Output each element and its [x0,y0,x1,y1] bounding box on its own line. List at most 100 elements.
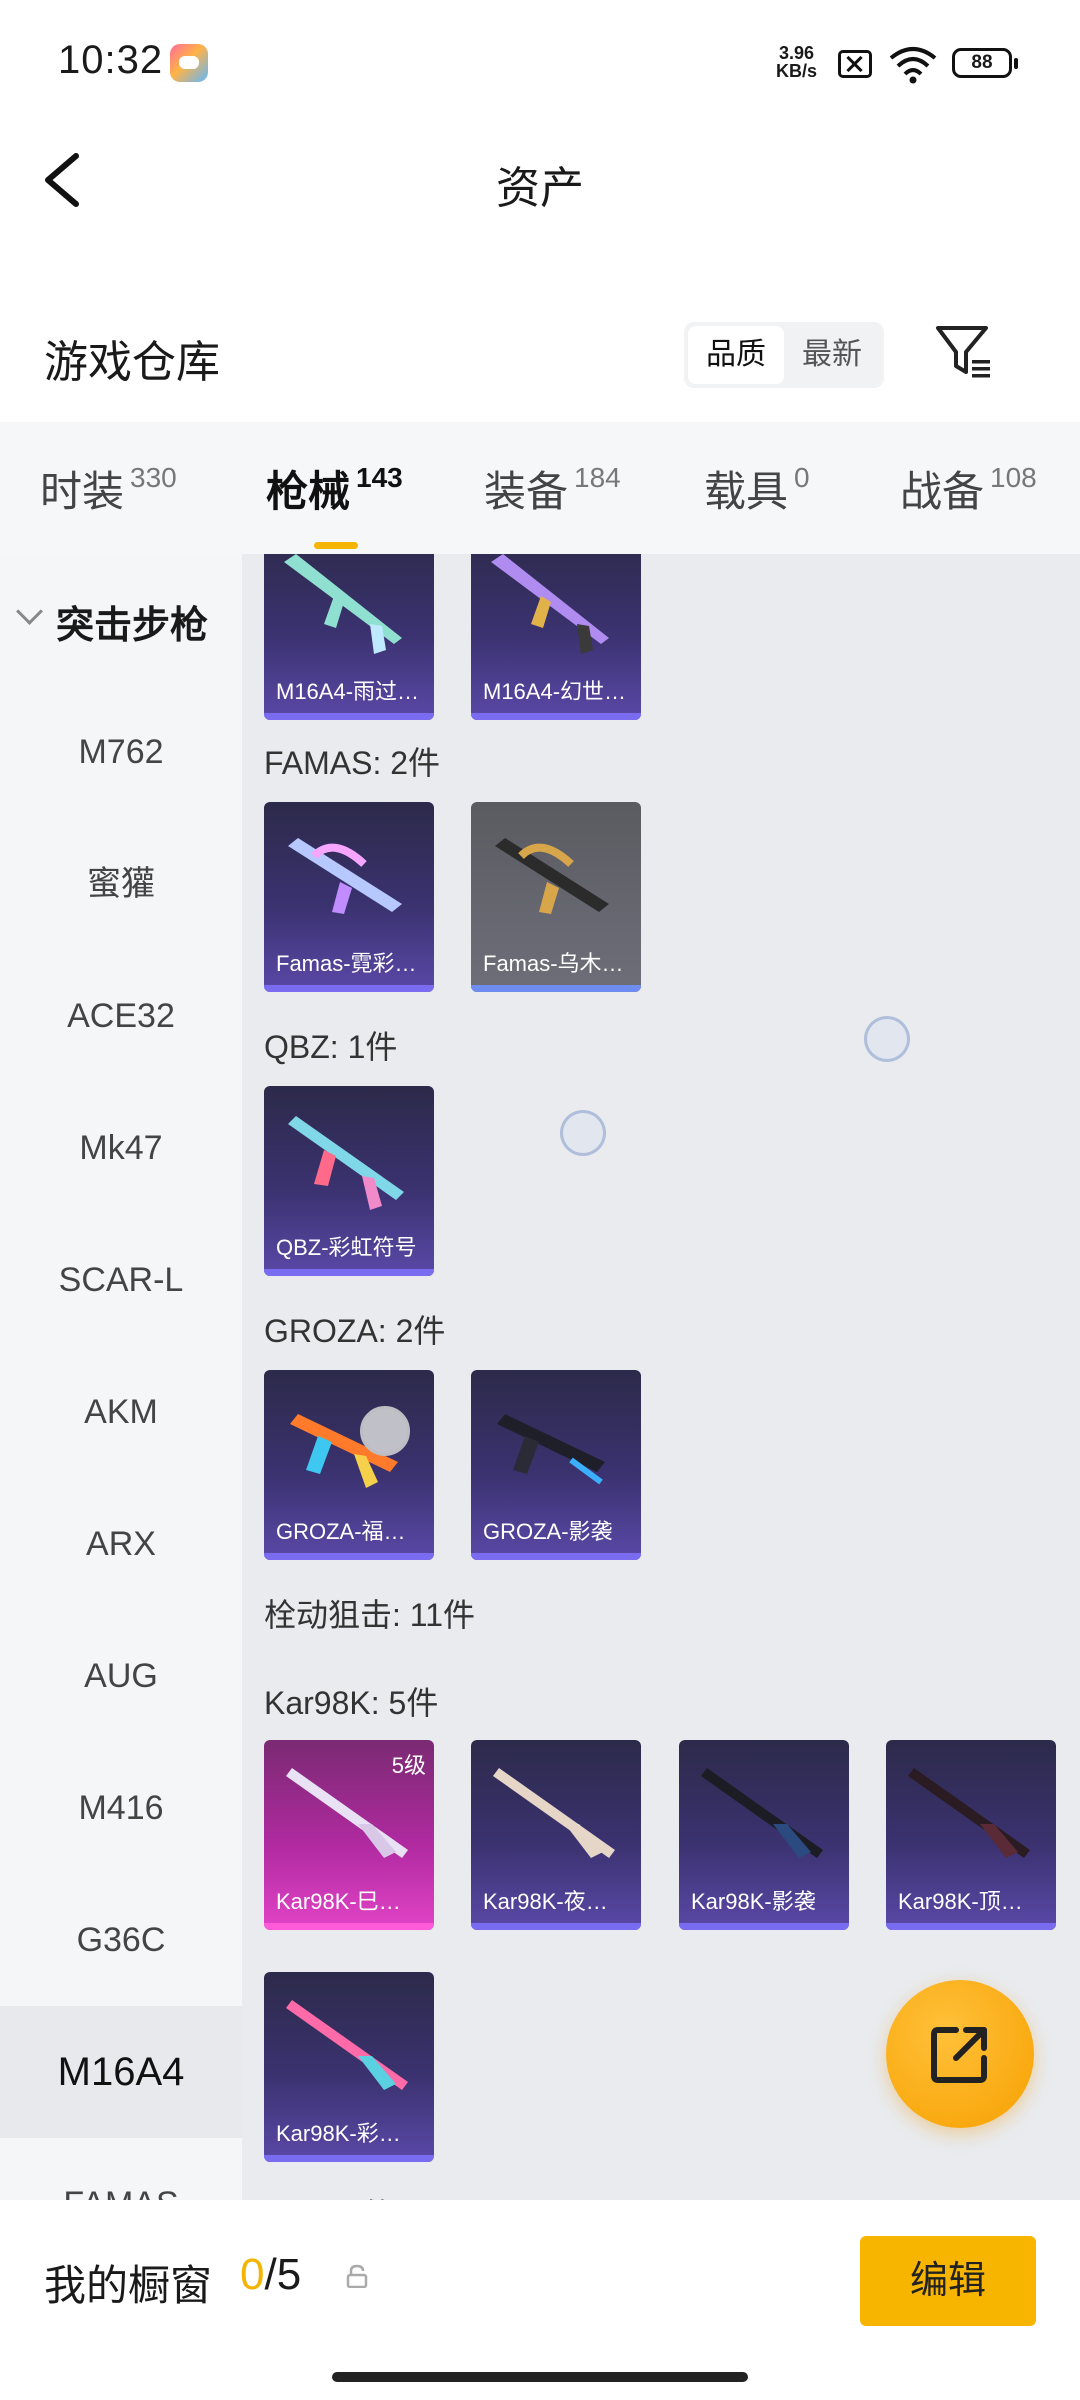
weapon-card[interactable]: GROZA-影袭 [471,1370,641,1560]
section-header-groza: GROZA: 2件 [264,1313,446,1349]
weapon-card[interactable]: 5级 Kar98K-巳… [264,1740,434,1930]
network-speed: 3.96 KB/s [776,44,817,80]
weapon-list: M16A4-雨过… M16A4-幻世… FAMAS: 2件 Famas-霓彩… … [242,554,1080,2200]
touch-indicator [560,1110,606,1156]
sidebar-item-akm[interactable]: AKM [0,1346,242,1478]
tab-supplies[interactable]: 战备 108 [900,458,1037,518]
sidebar-item-honey-badger[interactable]: 蜜獾 [0,818,242,950]
sidebar-item-arx[interactable]: ARX [0,1478,242,1610]
chevron-down-icon [16,598,43,625]
tab-vehicles[interactable]: 载具 0 [704,458,810,518]
rarity-strip [679,1923,849,1930]
rifle-icon [284,554,402,654]
share-fab-button[interactable] [886,1980,1034,2128]
weapon-card-name: M16A4-雨过… [276,679,420,704]
tab-equipment-label: 装备 [484,468,569,515]
weapon-sidebar: 突击步枪 M762 蜜獾 ACE32 Mk47 SCAR-L AKM ARX A… [0,554,242,2200]
rifle-icon [495,838,609,914]
weapon-card[interactable]: QBZ-彩虹符号 [264,1086,434,1276]
weapon-card-name: QBZ-彩虹符号 [276,1235,417,1260]
weapon-card[interactable]: GROZA-福… [264,1370,434,1560]
weapon-card-name: Kar98K-影袭 [691,1889,816,1914]
active-tab-indicator [314,542,358,549]
page-title: 资产 [496,164,584,213]
speed-unit: KB/s [776,61,818,81]
rarity-strip [264,1553,434,1560]
weapon-card-name: GROZA-影袭 [483,1519,613,1544]
rifle-icon [497,1414,605,1485]
status-time: 10:32 [58,38,164,82]
weapon-card-name: Famas-乌木… [483,951,624,976]
speed-value: 3.96 [778,43,815,63]
sidebar-group-label: 突击步枪 [56,605,209,647]
rifle-icon [491,554,609,654]
section-header-famas: FAMAS: 2件 [264,745,441,781]
weapon-card-name: Kar98K-顶… [898,1889,1023,1914]
weapon-card-name: M16A4-幻世… [483,679,627,704]
battery-icon: 88 [952,48,1018,78]
tab-vehicles-label: 载具 [704,468,789,515]
tab-equipment-count: 184 [574,462,621,493]
rarity-strip [471,1553,641,1560]
home-indicator[interactable] [332,2372,748,2382]
tab-guns-label: 枪械 [266,468,351,515]
weapon-card[interactable]: Famas-霓彩… [264,802,434,992]
warehouse-title: 游戏仓库 [44,338,220,387]
sidebar-item-famas[interactable]: FAMAS [0,2138,242,2200]
sniper-rifle-icon [701,1768,823,1858]
tab-skins-label: 时装 [40,468,125,515]
showcase-total: /5 [264,2250,302,2299]
sidebar-item-m762[interactable]: M762 [0,686,242,818]
section-header-bolt-action: 栓动狙击: 11件 [264,1597,476,1633]
sort-newest-button[interactable]: 最新 [784,322,880,388]
rarity-strip [264,713,434,720]
rarity-strip [264,1923,434,1930]
sort-quality-button[interactable]: 品质 [688,326,784,384]
tab-skins[interactable]: 时装 330 [40,458,177,518]
lock-icon [346,2264,368,2288]
showcase-count: 0/5 [240,2250,301,2300]
sidebar-group-assault-rifles[interactable]: 突击步枪 [0,594,242,654]
tab-vehicles-count: 0 [794,462,810,493]
sidebar-item-mk47[interactable]: Mk47 [0,1082,242,1214]
tab-supplies-label: 战备 [900,468,985,515]
sort-toggle: 品质 最新 [684,322,884,388]
edit-button[interactable]: 编辑 [860,2236,1036,2326]
weapon-card[interactable]: Famas-乌木… [471,802,641,992]
tab-equipment[interactable]: 装备 184 [484,458,621,518]
no-sim-icon [838,50,872,78]
weapon-card-name: Kar98K-夜… [483,1889,608,1914]
rarity-strip [471,713,641,720]
filter-icon[interactable] [934,322,994,382]
sidebar-item-g36c[interactable]: G36C [0,1874,242,2006]
weapon-card[interactable]: Kar98K-顶… [886,1740,1056,1930]
sniper-rifle-icon [908,1768,1030,1858]
weapon-card[interactable]: Kar98K-影袭 [679,1740,849,1930]
weapon-card[interactable]: Kar98K-夜… [471,1740,641,1930]
game-app-icon [170,44,208,82]
rarity-strip [264,2155,434,2162]
weapon-card-name: Famas-霓彩… [276,951,417,976]
sidebar-item-m16a4[interactable]: M16A4 [0,2006,242,2138]
sniper-rifle-icon [286,1768,408,1858]
sidebar-item-m416[interactable]: M416 [0,1742,242,1874]
sidebar-item-ace32[interactable]: ACE32 [0,950,242,1082]
sniper-rifle-icon [286,2000,408,2090]
weapon-card[interactable]: M16A4-幻世… [471,554,641,720]
category-tabs: 时装 330 枪械 143 装备 184 载具 0 战备 108 [0,422,1080,554]
touch-indicator [864,1016,910,1062]
section-header-kar98k: Kar98K: 5件 [264,1685,439,1721]
rarity-strip [264,1269,434,1276]
weapon-card-name: GROZA-福… [276,1519,406,1544]
rarity-strip [471,985,641,992]
rarity-strip [886,1923,1056,1930]
showcase-current: 0 [240,2250,265,2299]
sidebar-item-aug[interactable]: AUG [0,1610,242,1742]
sidebar-item-scar-l[interactable]: SCAR-L [0,1214,242,1346]
weapon-card-name: Kar98K-彩… [276,2121,401,2146]
weapon-card[interactable]: M16A4-雨过… [264,554,434,720]
status-bar: 10:32 3.96 KB/s 88 [0,0,1080,130]
tab-guns[interactable]: 枪械 143 [266,458,403,549]
showcase-bar: 我的橱窗 0/5 编辑 [0,2200,1080,2400]
weapon-card[interactable]: Kar98K-彩… [264,1972,434,2162]
